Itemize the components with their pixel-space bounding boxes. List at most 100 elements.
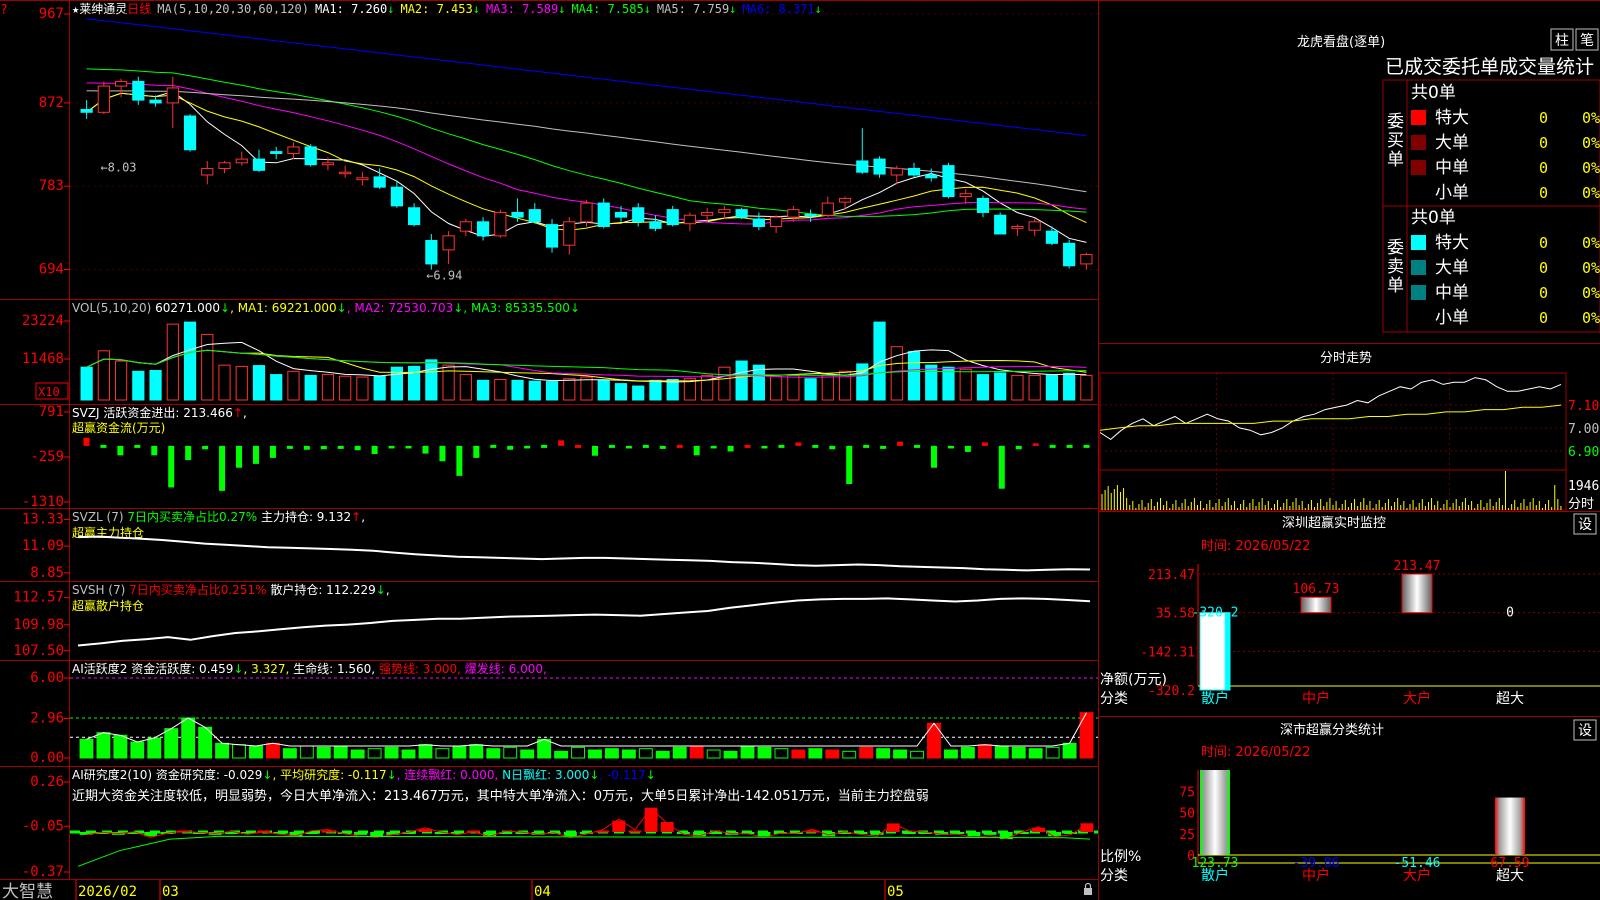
ai1-bar (757, 746, 772, 759)
vol-bar (545, 381, 559, 401)
svzj-bar (930, 445, 937, 468)
ai1-bar (232, 744, 246, 759)
lhb-buy-row-swatch (1411, 160, 1426, 175)
class-settings-button[interactable]: 设 (1578, 723, 1592, 739)
monitor-settings-button[interactable]: 设 (1578, 517, 1592, 533)
ai1-bar (655, 750, 670, 759)
vol-bar (735, 360, 748, 401)
intraday-vol-tick: 1946 (1568, 479, 1599, 494)
ai1-bar (299, 745, 314, 759)
svzj-bar (524, 445, 531, 449)
ai1-bar (350, 749, 365, 759)
svzj-sub: 超赢资金流(万元) (72, 420, 165, 435)
candle-body (1028, 221, 1041, 231)
axis-tick-label: 2.96 (30, 711, 64, 727)
axis-tick-label: 967 (39, 6, 64, 22)
vol-header-part-2: ↓ (220, 301, 230, 315)
monitor-value-label: 0 (1506, 606, 1514, 621)
vol-bar (218, 364, 231, 401)
candle-body (804, 213, 817, 217)
rp-tick: 50 (1179, 807, 1195, 822)
stock-name[interactable]: 莱绅通灵 (79, 2, 127, 16)
ai1-bar (520, 749, 535, 759)
ai1-bar (825, 749, 840, 759)
candle-body (1011, 225, 1024, 229)
svzj-bar (185, 445, 192, 461)
ai2-header-part-6: ↓ (589, 768, 599, 782)
rp-xlabel: 分类 (1100, 868, 1128, 884)
lhb-buy-row-name: 中单 (1435, 158, 1469, 178)
vol-bar (459, 374, 472, 401)
svzj-bar (405, 445, 412, 449)
vol-bar (666, 379, 679, 401)
candle-body (597, 202, 610, 227)
svzj-bar (981, 442, 988, 446)
ai2-header-part-1: ↓ (262, 768, 272, 782)
lhb-buy-row-count: 0 (1539, 159, 1548, 177)
vol-bar (494, 379, 507, 401)
svzj-bar (236, 445, 243, 468)
svzj-bars (83, 437, 1090, 491)
tick-mode-button[interactable]: 笔 (1580, 33, 1594, 49)
market-chart-canvas[interactable]: ? ★莱绅通灵日线 MA(5,10,20,30,60,120) MA1: 7.260… (0, 0, 1600, 900)
brand-logo[interactable]: 大智慧 (2, 882, 53, 900)
svzj-axis: 791 -259 -1310 (22, 404, 70, 510)
ai1-bar (486, 748, 501, 759)
vol-bar (632, 385, 645, 401)
svzj-bar (202, 445, 209, 450)
favorite-star-icon[interactable]: ★ (72, 2, 79, 16)
class-value-label: 67.59 (1490, 856, 1529, 871)
lhb-table: 委买单委卖单共0单共0单特大 0 0%大单 0 0%中单 0 0%小单 0 0%特大 0 0%大单 0… (1382, 79, 1600, 333)
rp-xlabel: 分类 (1100, 691, 1128, 707)
candle-body (373, 176, 386, 188)
ma-legend-4: MA4: 7.585 (571, 2, 643, 16)
candle-body (925, 174, 938, 179)
ai1-bar (893, 749, 908, 759)
lock-icon[interactable] (1084, 882, 1092, 896)
ai1-bar (960, 746, 975, 759)
intraday-price-line (1099, 377, 1562, 441)
intraday-price-tick: 7.00 (1568, 422, 1599, 437)
svzj-header-part-0: SVZJ 活跃资金进出: 213.466 (72, 405, 233, 420)
svzj-bar (947, 445, 954, 449)
svzj-bar (897, 441, 904, 446)
rp-tick: 75 (1179, 785, 1195, 800)
candle-body (80, 108, 93, 113)
lhb-buy-row-swatch (1411, 135, 1426, 150)
ai1-bar (791, 749, 806, 759)
axis-tick-label: 11468 (22, 351, 64, 367)
vol-bar (976, 374, 990, 401)
vol-bar (304, 374, 317, 401)
vol-bar (114, 360, 128, 401)
svzj-bar (168, 445, 175, 488)
lhb-sell-row-swatch (1411, 285, 1426, 300)
candle-body (321, 162, 335, 166)
svsh-header-part-3: ↓ (376, 583, 386, 597)
vol-bar (339, 375, 352, 401)
vol-bar (356, 376, 369, 401)
svzl-line (77, 535, 1091, 572)
ai1-bar (1045, 746, 1060, 759)
ai1-bar (469, 744, 484, 759)
monitor-bar (1199, 612, 1231, 691)
ai2-bar (563, 832, 577, 837)
vol-unit: X10 (38, 385, 60, 399)
vol-bar (787, 374, 800, 401)
svzj-tick (490, 444, 497, 448)
candle-body (425, 240, 438, 265)
vol-header-part-7: , MA3: 85335.500 (463, 301, 570, 315)
intraday-chart[interactable]: 7.10 7.00 6.90 1946 分时 (1099, 372, 1599, 512)
ai1-bar (571, 746, 585, 759)
lhb-sell-row-count: 0 (1539, 284, 1548, 302)
svzj-bar (558, 440, 565, 446)
lhb-vertical-label: 单 (1387, 150, 1404, 170)
bar-mode-button[interactable]: 柱 (1555, 33, 1569, 49)
svzj-bar (659, 445, 666, 449)
svzj-tick (575, 444, 582, 448)
svzj-bar (693, 445, 700, 456)
vol-bar (1063, 372, 1076, 401)
ai1-axis: 6.00 2.96 0.00 (30, 670, 70, 766)
candle-body (235, 158, 248, 164)
ai1-bar (910, 750, 924, 759)
candle-body (339, 171, 352, 175)
